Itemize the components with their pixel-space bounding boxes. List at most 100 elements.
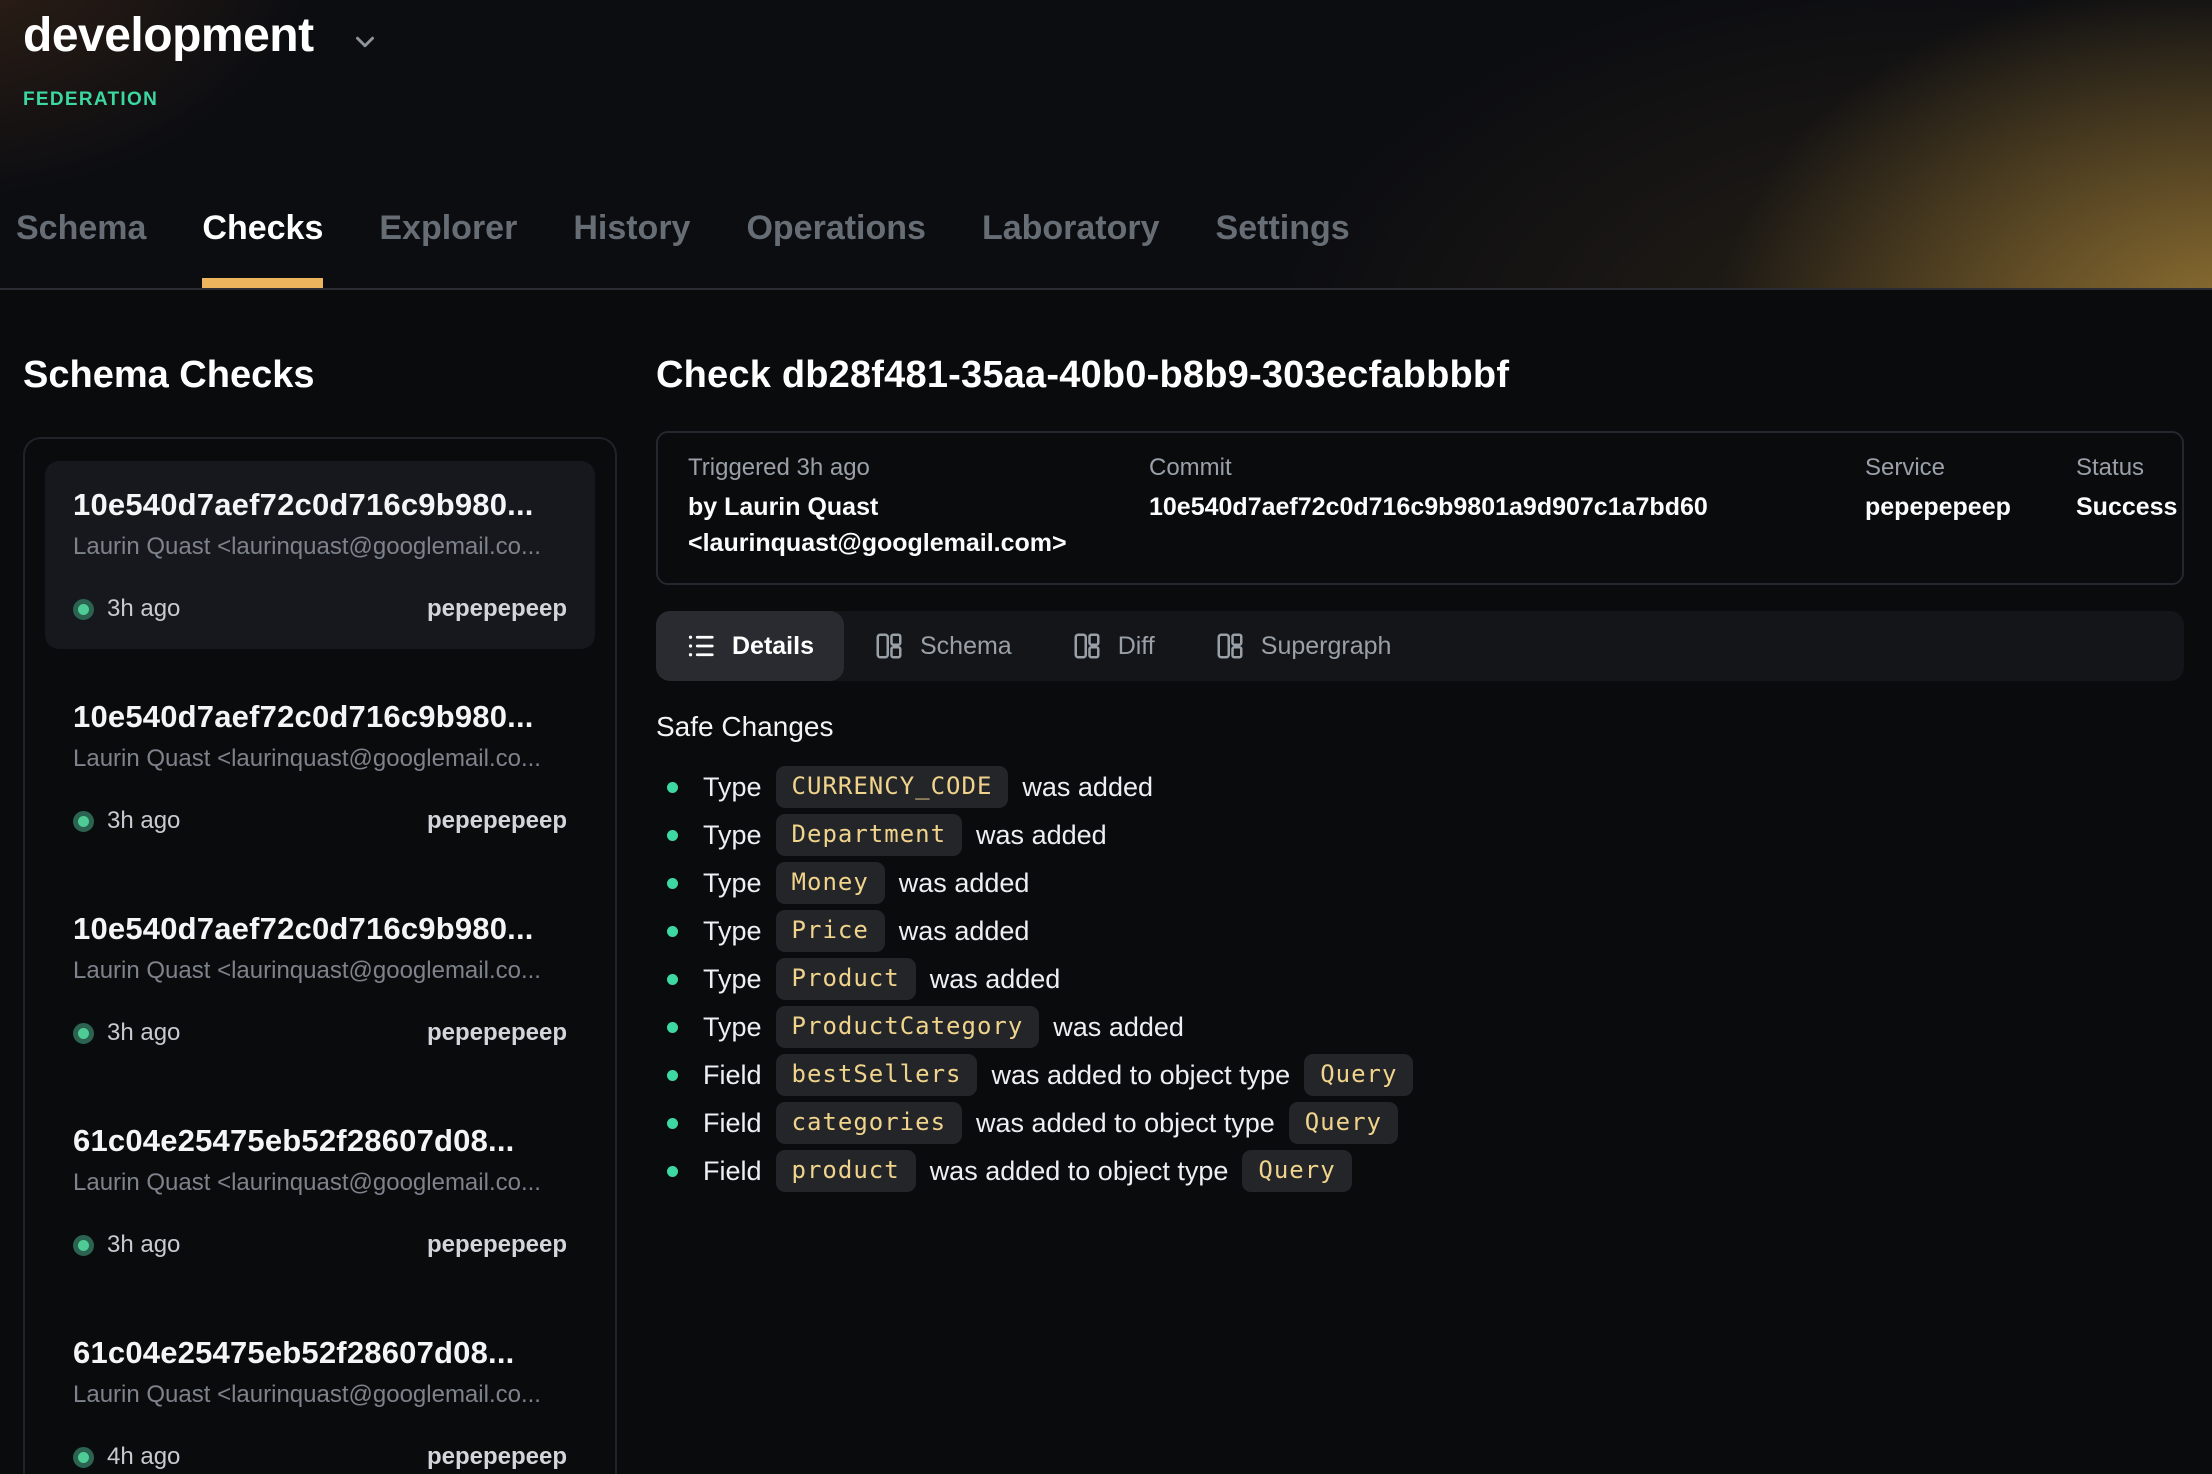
columns-icon bbox=[1215, 631, 1245, 661]
tab-supergraph-label: Supergraph bbox=[1261, 632, 1392, 661]
change-kind: Type bbox=[703, 916, 762, 947]
check-author: Laurin Quast <laurinquast@googlemail.co.… bbox=[73, 1381, 567, 1409]
change-description: was added bbox=[1022, 772, 1153, 803]
change-kind: Field bbox=[703, 1060, 762, 1091]
change-item: Field categories was added to object typ… bbox=[656, 1099, 2184, 1147]
check-time: 4h ago bbox=[107, 1443, 180, 1471]
change-code: categories bbox=[776, 1102, 963, 1144]
change-code: Money bbox=[776, 862, 885, 904]
nav-tab-operations[interactable]: Operations bbox=[746, 209, 925, 288]
nav-tab-settings[interactable]: Settings bbox=[1216, 209, 1350, 288]
columns-icon bbox=[1072, 631, 1102, 661]
safe-changes-title: Safe Changes bbox=[656, 711, 2184, 743]
check-meta: 3h ago pepepepeep bbox=[73, 1019, 567, 1047]
triggered-email: <laurinquast@googlemail.com> bbox=[688, 525, 1133, 561]
change-item: Type ProductCategory was added bbox=[656, 1003, 2184, 1051]
info-status: Status Success bbox=[2076, 451, 2177, 561]
tab-schema-label: Schema bbox=[920, 632, 1012, 661]
bullet-icon bbox=[667, 926, 678, 937]
check-list-item[interactable]: 61c04e25475eb52f28607d08... Laurin Quast… bbox=[45, 1309, 595, 1474]
app-root: development FEDERATION Schema Checks Exp… bbox=[0, 0, 2212, 1474]
change-item: Type CURRENCY_CODE was added bbox=[656, 763, 2184, 811]
project-title: development bbox=[23, 8, 314, 63]
check-list-item[interactable]: 10e540d7aef72c0d716c9b980... Laurin Quas… bbox=[45, 461, 595, 649]
change-code: ProductCategory bbox=[776, 1006, 1040, 1048]
change-kind: Field bbox=[703, 1108, 762, 1139]
check-time: 3h ago bbox=[107, 595, 180, 623]
change-target-code: Query bbox=[1289, 1102, 1398, 1144]
triggered-by: by Laurin Quast bbox=[688, 489, 1133, 525]
commit-hash: 10e540d7aef72c0d716c9b9801a9d907c1a7bd60 bbox=[1149, 489, 1849, 525]
change-description: was added to object type bbox=[991, 1060, 1290, 1091]
check-list-item[interactable]: 61c04e25475eb52f28607d08... Laurin Quast… bbox=[45, 1097, 595, 1285]
change-kind: Type bbox=[703, 964, 762, 995]
check-service: pepepepeep bbox=[427, 1443, 567, 1471]
schema-checks-sidebar: Schema Checks 10e540d7aef72c0d716c9b980.… bbox=[0, 290, 617, 1474]
check-detail-panel: Check db28f481-35aa-40b0-b8b9-303ecfabbb… bbox=[617, 290, 2212, 1195]
bullet-icon bbox=[667, 974, 678, 985]
check-info-box: Triggered 3h ago by Laurin Quast <laurin… bbox=[656, 431, 2184, 585]
change-kind: Field bbox=[703, 1156, 762, 1187]
check-list-item[interactable]: 10e540d7aef72c0d716c9b980... Laurin Quas… bbox=[45, 885, 595, 1073]
check-service: pepepepeep bbox=[427, 1019, 567, 1047]
change-description: was added bbox=[899, 916, 1030, 947]
tab-supergraph[interactable]: Supergraph bbox=[1185, 611, 1422, 681]
change-code: product bbox=[776, 1150, 916, 1192]
bullet-icon bbox=[667, 878, 678, 889]
info-triggered: Triggered 3h ago by Laurin Quast <laurin… bbox=[688, 451, 1133, 561]
bullet-icon bbox=[667, 1166, 678, 1177]
change-code: bestSellers bbox=[776, 1054, 978, 1096]
check-hash: 10e540d7aef72c0d716c9b980... bbox=[73, 699, 567, 735]
check-time: 3h ago bbox=[107, 1231, 180, 1259]
change-description: was added bbox=[1053, 1012, 1184, 1043]
check-service: pepepepeep bbox=[427, 1231, 567, 1259]
nav-tab-laboratory[interactable]: Laboratory bbox=[982, 209, 1160, 288]
check-view-tabs: Details Schema bbox=[656, 611, 2184, 681]
check-detail-title: Check db28f481-35aa-40b0-b8b9-303ecfabbb… bbox=[656, 354, 2184, 397]
nav-tab-checks[interactable]: Checks bbox=[202, 209, 323, 288]
check-meta: 3h ago pepepepeep bbox=[73, 1231, 567, 1259]
status-dot-icon bbox=[73, 811, 94, 832]
sidebar-title: Schema Checks bbox=[23, 354, 617, 397]
change-target-code: Query bbox=[1242, 1150, 1351, 1192]
check-time: 3h ago bbox=[107, 807, 180, 835]
check-author: Laurin Quast <laurinquast@googlemail.co.… bbox=[73, 1169, 567, 1197]
change-item: Field bestSellers was added to object ty… bbox=[656, 1051, 2184, 1099]
nav-tab-history[interactable]: History bbox=[573, 209, 690, 288]
check-service: pepepepeep bbox=[427, 595, 567, 623]
bullet-icon bbox=[667, 1118, 678, 1129]
change-item: Type Product was added bbox=[656, 955, 2184, 1003]
federation-badge: FEDERATION bbox=[23, 89, 158, 111]
status-value: Success bbox=[2076, 489, 2177, 525]
status-dot-icon bbox=[73, 599, 94, 620]
check-list-item[interactable]: 10e540d7aef72c0d716c9b980... Laurin Quas… bbox=[45, 673, 595, 861]
nav-tab-explorer[interactable]: Explorer bbox=[379, 209, 517, 288]
info-commit: Commit 10e540d7aef72c0d716c9b9801a9d907c… bbox=[1149, 451, 1849, 561]
tab-diff[interactable]: Diff bbox=[1042, 611, 1185, 681]
tab-schema[interactable]: Schema bbox=[844, 611, 1042, 681]
change-kind: Type bbox=[703, 1012, 762, 1043]
nav-tab-schema[interactable]: Schema bbox=[16, 209, 146, 288]
status-dot-icon bbox=[73, 1235, 94, 1256]
check-hash: 10e540d7aef72c0d716c9b980... bbox=[73, 911, 567, 947]
change-item: Type Price was added bbox=[656, 907, 2184, 955]
status-dot-icon bbox=[73, 1447, 94, 1468]
check-author: Laurin Quast <laurinquast@googlemail.co.… bbox=[73, 957, 567, 985]
change-description: was added bbox=[930, 964, 1061, 995]
check-hash: 61c04e25475eb52f28607d08... bbox=[73, 1123, 567, 1159]
check-meta: 3h ago pepepepeep bbox=[73, 595, 567, 623]
commit-label: Commit bbox=[1149, 451, 1849, 485]
chevron-down-icon[interactable] bbox=[350, 27, 380, 57]
list-icon bbox=[686, 631, 716, 661]
columns-icon bbox=[874, 631, 904, 661]
change-description: was added to object type bbox=[930, 1156, 1229, 1187]
change-code: Price bbox=[776, 910, 885, 952]
check-author: Laurin Quast <laurinquast@googlemail.co.… bbox=[73, 745, 567, 773]
tab-details[interactable]: Details bbox=[656, 611, 844, 681]
status-label: Status bbox=[2076, 451, 2177, 485]
bullet-icon bbox=[667, 1070, 678, 1081]
change-description: was added bbox=[976, 820, 1107, 851]
check-author: Laurin Quast <laurinquast@googlemail.co.… bbox=[73, 533, 567, 561]
org-row: development bbox=[23, 8, 380, 63]
triggered-label: Triggered 3h ago bbox=[688, 451, 1133, 485]
